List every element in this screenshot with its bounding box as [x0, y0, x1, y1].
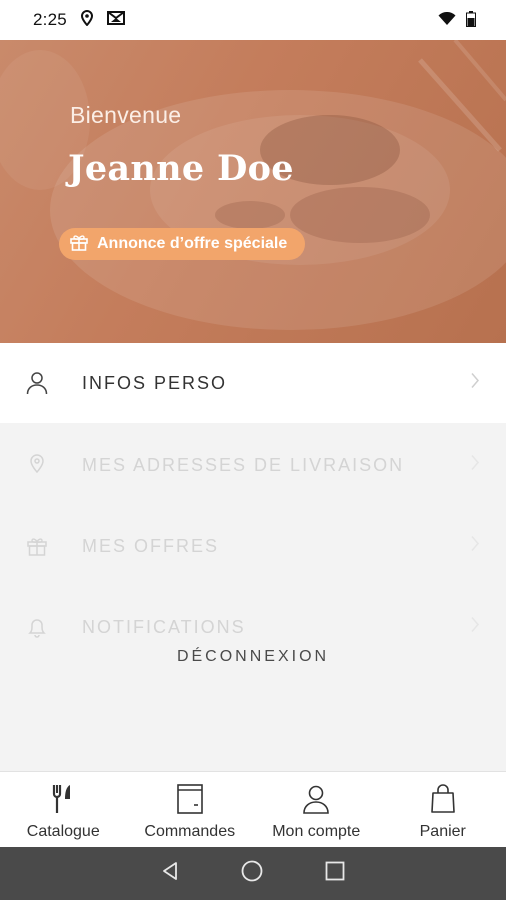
nav-label: Catalogue: [26, 823, 100, 840]
bell-icon: [26, 615, 48, 639]
fork-knife-icon: [51, 784, 75, 819]
menu-item-delivery-addresses[interactable]: MES ADRESSES DE LIVRAISON: [0, 425, 506, 505]
menu-item-label: NOTIFICATIONS: [82, 616, 246, 637]
bag-icon: [430, 784, 456, 819]
menu-item-label: MES ADRESSES DE LIVRAISON: [82, 454, 405, 475]
nav-commandes[interactable]: Commandes: [127, 772, 254, 848]
nav-catalogue[interactable]: Catalogue: [0, 772, 127, 848]
status-time: 2:25: [33, 10, 67, 29]
chevron-right-icon: [470, 455, 480, 476]
profile-hero-banner: Bienvenue Jeanne Doe Annonce d’offre spé…: [0, 40, 506, 343]
nav-label: Panier: [419, 823, 466, 840]
status-bar: 2:25: [0, 0, 506, 40]
location-pin-icon: [26, 453, 48, 477]
nav-mon-compte[interactable]: Mon compte: [253, 772, 380, 848]
gift-icon: [26, 534, 48, 558]
logout-button[interactable]: DÉCONNEXION: [0, 648, 506, 666]
mail-status-icon: [106, 10, 125, 30]
food-background-image: [0, 40, 506, 330]
special-offer-button[interactable]: Annonce d’offre spéciale: [59, 228, 306, 260]
nav-label: Commandes: [144, 823, 236, 840]
home-icon[interactable]: [241, 860, 263, 887]
battery-icon: [466, 11, 476, 32]
back-icon[interactable]: [161, 861, 179, 886]
person-icon: [26, 371, 48, 395]
location-status-icon: [80, 9, 93, 31]
nav-panier[interactable]: Panier: [380, 772, 506, 848]
system-navigation-bar: [0, 847, 506, 900]
account-icon: [302, 784, 330, 819]
chevron-right-icon: [470, 373, 480, 394]
menu-item-label: MES OFFRES: [82, 535, 220, 556]
gift-icon: [69, 232, 89, 257]
menu-item-my-offers[interactable]: MES OFFRES: [0, 506, 506, 586]
wifi-icon: [438, 11, 456, 31]
greeting-text: Bienvenue: [70, 102, 182, 128]
chevron-right-icon: [470, 617, 480, 638]
menu-item-label: INFOS PERSO: [82, 372, 228, 393]
special-offer-label: Annonce d’offre spéciale: [97, 235, 288, 252]
nav-label: Mon compte: [272, 823, 361, 840]
recents-icon[interactable]: [325, 861, 345, 886]
orders-icon: [176, 784, 203, 819]
bottom-navigation: Catalogue Commandes Mon compte Panier: [0, 771, 506, 848]
menu-item-infos-perso[interactable]: INFOS PERSO: [0, 343, 506, 423]
chevron-right-icon: [470, 536, 480, 557]
user-name: Jeanne Doe: [68, 148, 294, 189]
